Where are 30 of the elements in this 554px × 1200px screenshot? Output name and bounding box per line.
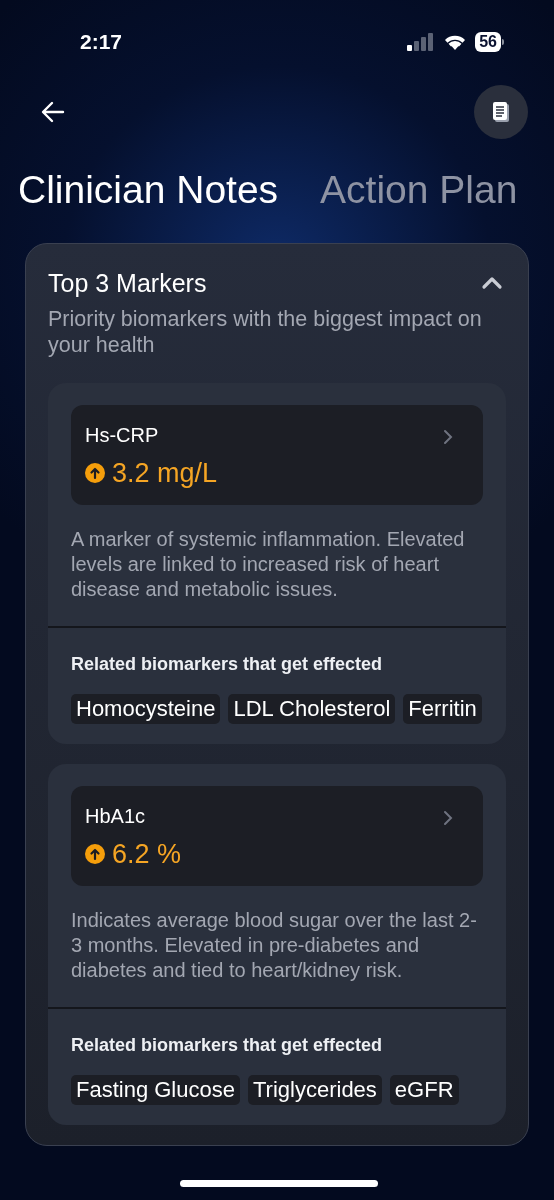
status-time: 2:17 (80, 29, 123, 56)
tab[interactable]: Clinician Notes (18, 169, 279, 209)
signal-icon (407, 33, 436, 51)
marker-value: 6.2 % (112, 838, 182, 870)
wifi-icon (443, 33, 468, 51)
marker-description: Indicates average blood sugar over the last 2-3 months. Elevated in pre-diabetes and diabetes and tied to heart/kidney risk. (71, 908, 478, 983)
back-arrow-icon (40, 99, 66, 125)
related-title: Related biomarkers that get effected (71, 1034, 384, 1057)
biomarker-tag: Fasting Glucose (71, 1075, 240, 1105)
biomarker-tag: Ferritin (403, 694, 482, 724)
section-title: Top 3 Markers (48, 268, 207, 299)
chevron-right-icon (443, 810, 453, 826)
document-icon (492, 101, 510, 123)
biomarker-tag: eGFR (389, 1075, 459, 1105)
marker-name: HbA1c (85, 804, 147, 828)
marker-description: A marker of systemic inflammation. Elevated levels are linked to increased risk of heart disease and metabolic issues. (71, 527, 466, 602)
marker-row[interactable]: Hs-CRP 3.2 mg/L (71, 405, 483, 505)
tab[interactable]: Action Plan (320, 169, 518, 209)
marker-row[interactable]: HbA1c 6.2 % (71, 786, 483, 886)
section-subtitle: Priority biomarkers with the biggest impact on your health (48, 306, 483, 358)
biomarker-tag: Triglycerides (247, 1075, 382, 1105)
notes-button[interactable] (474, 85, 528, 139)
biomarker-tag: Homocysteine (71, 694, 221, 724)
marker-name: Hs-CRP (85, 423, 160, 447)
chevron-right-icon (443, 429, 453, 445)
chevron-up-icon (481, 276, 503, 290)
related-title: Related biomarkers that get effected (71, 653, 384, 676)
biomarker-tag: LDL Cholesterol (228, 694, 396, 724)
marker-value: 3.2 mg/L (112, 457, 218, 489)
battery-icon: 56 (475, 32, 504, 52)
